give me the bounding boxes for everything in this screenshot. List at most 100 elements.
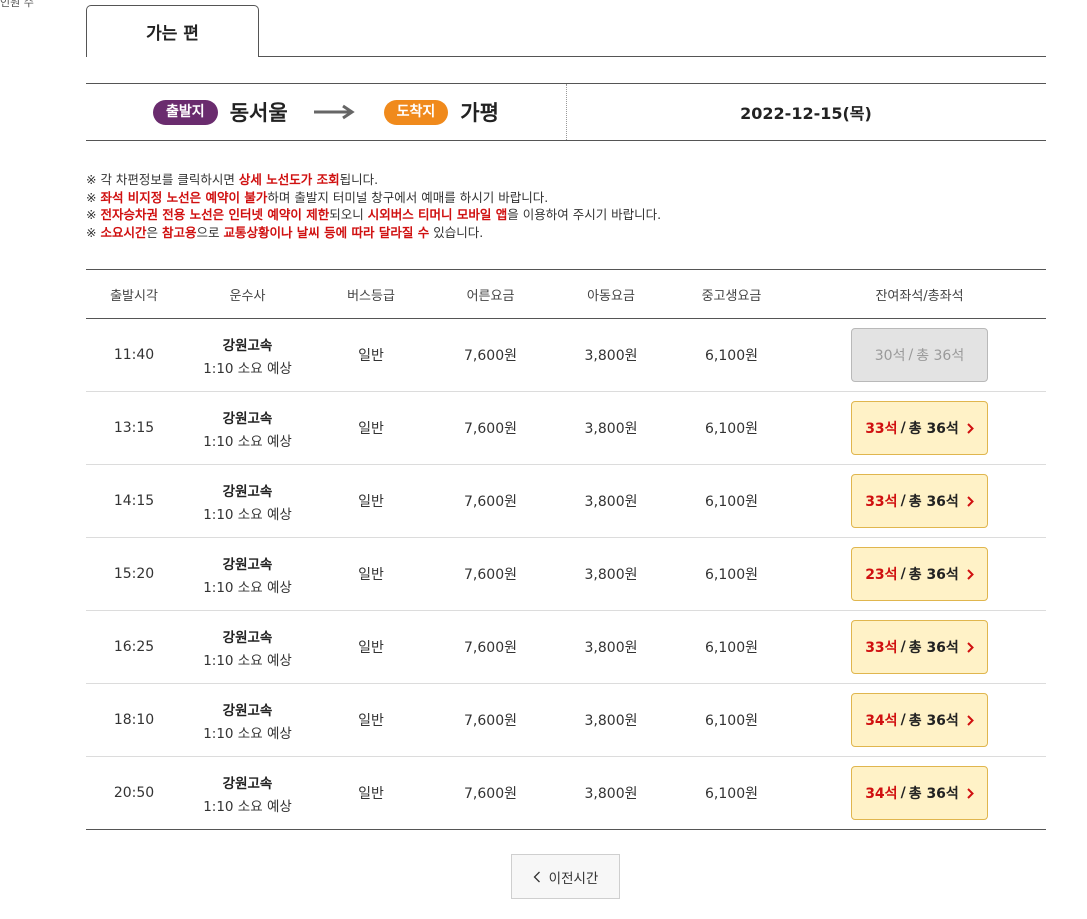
notice-highlight: 좌석 비지정 노선은 예약이 불가	[100, 189, 268, 205]
previous-time-button[interactable]: 이전시간	[511, 854, 620, 899]
seats-cell: 23석 / 총 36석	[793, 537, 1046, 611]
notice-line: ※ 전자승차권 전용 노선은 인터넷 예약이 제한되오니 시외버스 티머니 모바…	[86, 206, 661, 224]
header-child-fare: 아동요금	[552, 269, 670, 319]
arrow-right-icon	[313, 104, 355, 120]
notice-highlight: 상세 노선도가 조회	[238, 172, 340, 187]
seat-select-button: 30석 / 총 36석	[851, 328, 988, 382]
remaining-seats: 34석	[865, 713, 898, 729]
bus-grade: 일반	[313, 756, 429, 830]
route-summary: 출발지 동서울 도착지 가평 2022-12-15(목)	[86, 83, 1046, 141]
table-row[interactable]: 15:20 강원고속 1:10 소요 예상 일반 7,600원 3,800원 6,100원 2…	[86, 537, 1046, 611]
notice-line: ※ 소요시간은 참고용으로 교통상황이나 날씨 등에 따라 달라질 수 있습니다…	[86, 224, 661, 242]
remaining-seats: 33석	[865, 640, 898, 656]
adult-fare: 7,600원	[429, 464, 552, 538]
tab-outbound[interactable]: 가는 편	[86, 5, 259, 57]
notice-highlight: 전자승차권 전용 노선은 인터넷 예약이 제한	[100, 207, 330, 222]
seats-cell: 30석 / 총 36석	[793, 318, 1046, 392]
remaining-seats: 33석	[865, 421, 898, 437]
seat-select-button[interactable]: 34석 / 총 36석	[851, 693, 988, 747]
bus-grade: 일반	[313, 318, 429, 392]
chevron-right-icon	[967, 568, 974, 580]
youth-fare: 6,100원	[670, 756, 793, 830]
table-header-row: 출발시각 운수사 버스등급 어른요금 아동요금 중고생요금 잔여좌석/총좌석	[86, 269, 1046, 319]
child-fare: 3,800원	[552, 683, 670, 757]
company-cell: 강원고속 1:10 소요 예상	[182, 756, 313, 830]
seat-separator: /	[900, 420, 906, 436]
youth-fare: 6,100원	[670, 610, 793, 684]
total-seats: 총 36석	[908, 567, 959, 583]
table-row[interactable]: 14:15 강원고속 1:10 소요 예상 일반 7,600원 3,800원 6,100원 3…	[86, 464, 1046, 538]
adult-fare: 7,600원	[429, 391, 552, 465]
header-departure-time: 출발시각	[86, 269, 182, 319]
adult-fare: 7,600원	[429, 610, 552, 684]
bus-grade: 일반	[313, 391, 429, 465]
duration-estimate: 1:10 소요 예상	[203, 725, 292, 742]
child-fare: 3,800원	[552, 318, 670, 392]
chevron-right-icon	[967, 641, 974, 653]
previous-time-label: 이전시간	[548, 870, 599, 887]
notice-text: ※ 각 차편정보를 클릭하시면	[86, 172, 239, 187]
total-seats: 총 36석	[908, 640, 959, 656]
notice-text: 하며 출발지 터미널 창구에서 예매를 하시기 바랍니다.	[267, 189, 549, 205]
notice-text: ※	[86, 189, 101, 205]
departure-time: 11:40	[86, 318, 182, 392]
seat-select-button[interactable]: 34석 / 총 36석	[851, 766, 988, 820]
seats-cell: 33석 / 총 36석	[793, 610, 1046, 684]
duration-estimate: 1:10 소요 예상	[203, 652, 292, 669]
seat-select-button[interactable]: 33석 / 총 36석	[851, 474, 988, 528]
company-cell: 강원고속 1:10 소요 예상	[182, 537, 313, 611]
adult-fare: 7,600원	[429, 683, 552, 757]
table-row[interactable]: 11:40 강원고속 1:10 소요 예상 일반 7,600원 3,800원 6,100원 3…	[86, 318, 1046, 392]
depart-badge: 출발지	[153, 99, 218, 125]
notice-list: ※ 각 차편정보를 클릭하시면 상세 노선도가 조회됩니다. ※ 좌석 비지정 노…	[86, 171, 661, 241]
table-row[interactable]: 13:15 강원고속 1:10 소요 예상 일반 7,600원 3,800원 6,100원 3…	[86, 391, 1046, 465]
departure-time: 16:25	[86, 610, 182, 684]
seats-cell: 33석 / 총 36석	[793, 391, 1046, 465]
duration-estimate: 1:10 소요 예상	[203, 579, 292, 596]
company-name: 강원고속	[222, 483, 273, 500]
youth-fare: 6,100원	[670, 683, 793, 757]
seats-cell: 34석 / 총 36석	[793, 756, 1046, 830]
duration-estimate: 1:10 소요 예상	[203, 433, 292, 450]
route-cities: 출발지 동서울 도착지 가평	[86, 84, 567, 140]
company-name: 강원고속	[222, 556, 273, 573]
company-cell: 강원고속 1:10 소요 예상	[182, 318, 313, 392]
bus-grade: 일반	[313, 464, 429, 538]
remaining-seats: 23석	[865, 567, 898, 583]
company-name: 강원고속	[222, 629, 273, 646]
seats-cell: 33석 / 총 36석	[793, 464, 1046, 538]
company-cell: 강원고속 1:10 소요 예상	[182, 464, 313, 538]
adult-fare: 7,600원	[429, 756, 552, 830]
departure-time: 13:15	[86, 391, 182, 465]
bus-grade: 일반	[313, 683, 429, 757]
youth-fare: 6,100원	[670, 318, 793, 392]
child-fare: 3,800원	[552, 391, 670, 465]
table-row[interactable]: 20:50 강원고속 1:10 소요 예상 일반 7,600원 3,800원 6,100원 3…	[86, 756, 1046, 830]
company-cell: 강원고속 1:10 소요 예상	[182, 391, 313, 465]
notice-highlight: 시외버스 티머니 모바일 앱	[367, 207, 508, 222]
chevron-right-icon	[967, 495, 974, 507]
seat-separator: /	[900, 493, 906, 509]
notice-line: ※ 좌석 비지정 노선은 예약이 불가하며 출발지 터미널 창구에서 예매를 하…	[86, 189, 661, 207]
seat-select-button[interactable]: 23석 / 총 36석	[851, 547, 988, 601]
table-row[interactable]: 18:10 강원고속 1:10 소요 예상 일반 7,600원 3,800원 6,100원 3…	[86, 683, 1046, 757]
notice-highlight: 참고용	[161, 224, 197, 240]
duration-estimate: 1:10 소요 예상	[203, 360, 292, 377]
seat-select-button[interactable]: 33석 / 총 36석	[851, 620, 988, 674]
total-seats: 총 36석	[908, 494, 959, 510]
header-youth-fare: 중고생요금	[670, 269, 793, 319]
remaining-seats: 34석	[865, 786, 898, 802]
child-fare: 3,800원	[552, 756, 670, 830]
seat-select-button[interactable]: 33석 / 총 36석	[851, 401, 988, 455]
departure-time: 18:10	[86, 683, 182, 757]
table-row[interactable]: 16:25 강원고속 1:10 소요 예상 일반 7,600원 3,800원 6,100원 3…	[86, 610, 1046, 684]
company-name: 강원고속	[222, 337, 273, 354]
chevron-left-icon	[533, 871, 540, 882]
notice-highlight: 소요시간	[100, 224, 147, 240]
company-name: 강원고속	[222, 410, 273, 427]
youth-fare: 6,100원	[670, 464, 793, 538]
seat-separator: /	[900, 712, 906, 728]
adult-fare: 7,600원	[429, 537, 552, 611]
remaining-seats: 33석	[865, 494, 898, 510]
notice-highlight: 교통상황이나 날씨 등에 따라 달라질 수	[223, 224, 430, 240]
